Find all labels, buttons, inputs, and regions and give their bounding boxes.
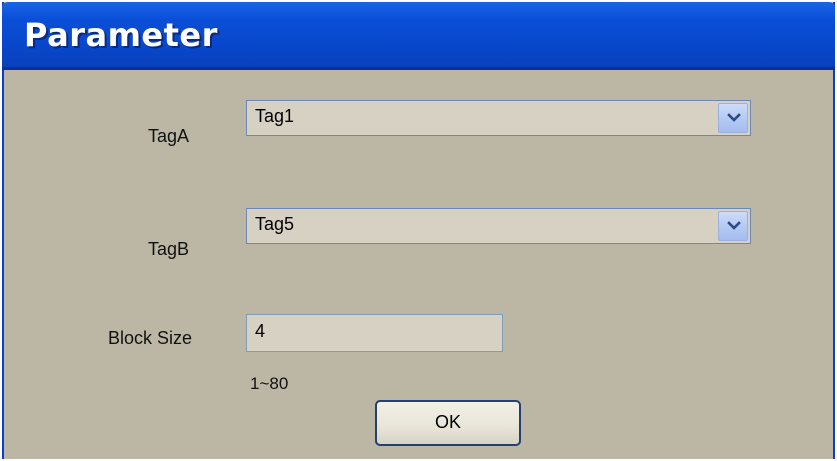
title-bar[interactable]: Parameter [2, 2, 835, 70]
tag-b-selected-value: Tag5 [255, 214, 295, 234]
parameter-dialog: Parameter TagA Tag1 TagB Tag5 Block Size… [2, 2, 835, 459]
ok-button[interactable]: OK [375, 400, 521, 446]
block-size-value: 4 [255, 321, 266, 341]
chevron-down-icon [727, 221, 741, 230]
tag-a-selected-value: Tag1 [255, 106, 295, 126]
tag-b-dropdown[interactable]: Tag5 [246, 208, 751, 244]
tag-a-dropdown-button[interactable] [718, 103, 748, 133]
block-size-label: Block Size [108, 328, 193, 348]
dialog-title: Parameter [24, 16, 218, 54]
block-size-range-hint: 1~80 [250, 374, 289, 393]
tag-a-dropdown[interactable]: Tag1 [246, 100, 751, 136]
tag-b-label: TagB [148, 239, 190, 259]
block-size-input[interactable]: 4 [246, 314, 503, 352]
tag-b-dropdown-button[interactable] [718, 211, 748, 241]
tag-a-label: TagA [148, 126, 190, 146]
chevron-down-icon [727, 113, 741, 122]
